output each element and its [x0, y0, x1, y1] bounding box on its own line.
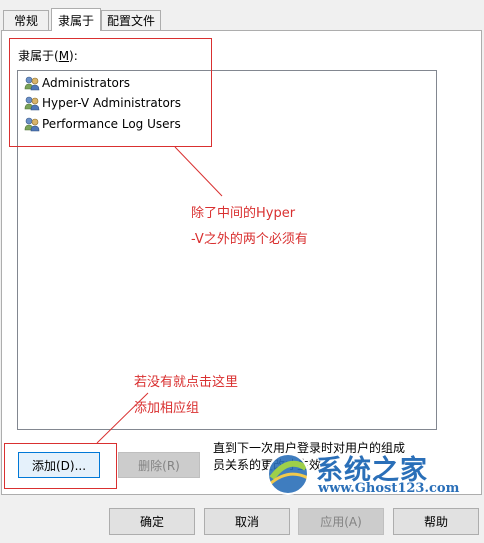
- tab-profile[interactable]: 配置文件: [101, 10, 161, 30]
- watermark-logo: 系统之家 www.Ghost123.com: [262, 448, 482, 500]
- annotation-box-groups: [9, 38, 212, 147]
- annotation-note-add: 若没有就点击这里 添加相应组: [134, 375, 239, 416]
- tab-strip: 常规 隶属于 配置文件: [0, 8, 484, 31]
- apply-button[interactable]: 应用(A): [298, 508, 384, 535]
- properties-dialog: 常规 隶属于 配置文件 隶属于(M): Administrators Hyper…: [0, 0, 484, 543]
- cancel-button[interactable]: 取消: [204, 508, 290, 535]
- tab-member-of[interactable]: 隶属于: [51, 8, 101, 31]
- watermark-en-text: www.Ghost123.com: [318, 481, 460, 496]
- help-button[interactable]: 帮助: [393, 508, 479, 535]
- annotation-note-groups: 除了中间的Hyper -V之外的两个必须有: [191, 206, 308, 247]
- ok-button[interactable]: 确定: [109, 508, 195, 535]
- remove-button[interactable]: 删除(R): [118, 452, 200, 478]
- tab-general[interactable]: 常规: [3, 10, 49, 30]
- annotation-box-add: [4, 443, 117, 489]
- globe-logo-icon: [267, 453, 309, 495]
